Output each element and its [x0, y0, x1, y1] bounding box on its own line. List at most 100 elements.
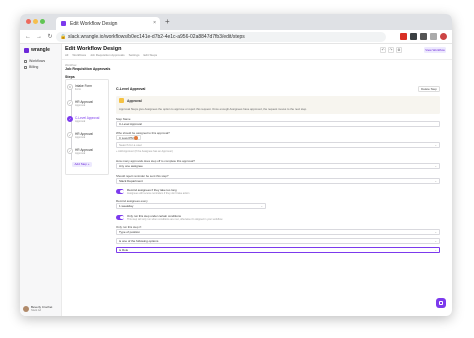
reload-icon[interactable]: ↻ [47, 33, 53, 40]
user-role: Slack Ad [31, 309, 42, 312]
step-item[interactable]: ✓ HR Approval Approval [67, 148, 93, 155]
view-workflow-button[interactable]: View Workflow [424, 47, 446, 53]
step-type: Form [75, 88, 82, 91]
redo-icon[interactable]: ↷ [388, 47, 394, 53]
check-icon: ✓ [67, 148, 73, 154]
assignee-chip[interactable]: C Level PM [116, 135, 142, 140]
puzzle-icon[interactable] [420, 33, 427, 40]
step-type: Approval [75, 152, 86, 155]
reminder-select[interactable]: Slack Department ⌄ [116, 178, 440, 184]
extension-icon[interactable] [400, 33, 407, 40]
approval-description: Approval Steps give Assignees the option… [119, 107, 307, 111]
browser-tab[interactable]: Edit Workflow Design × [56, 17, 160, 30]
remind-toggle[interactable] [116, 189, 124, 194]
breadcrumb-item[interactable]: All [65, 53, 68, 57]
billing-icon [24, 65, 27, 69]
wrangle-favicon-icon [61, 21, 66, 26]
assignee-avatar [134, 135, 139, 140]
approvals-value: Any one assignee [119, 164, 143, 168]
form-icon: ≡ [67, 84, 73, 90]
chat-support-button[interactable] [436, 298, 446, 308]
condition-operator-value: is one of the following options [119, 239, 159, 243]
extension-icon[interactable] [410, 33, 417, 40]
remind-toggle-desc: Assignees will receive reminders if they… [127, 192, 190, 195]
step-item[interactable]: ✓ HR Approval Approval [67, 100, 93, 107]
workflow-icon [24, 59, 27, 63]
tab-title: Edit Workflow Design [70, 20, 118, 27]
condition-operator-select[interactable]: is one of the following options ⌄ [116, 238, 440, 244]
app-logo[interactable]: wrangle [24, 47, 50, 53]
add-approver-hint[interactable]: + Add Approver (If the Assignee has an A… [116, 150, 173, 153]
condition-field-select[interactable]: Type of position ⌄ [116, 229, 440, 235]
sidebar-item-workflows[interactable]: Workflows [24, 59, 45, 63]
wrangle-logo-icon [24, 47, 29, 53]
sidebar-toggle-icon[interactable] [430, 33, 437, 40]
step-type: Approval [75, 120, 86, 123]
browser-window: Edit Workflow Design × + ← → ↻ 🔒 slack.w… [20, 14, 452, 316]
reminder-value: Slack Department [119, 179, 143, 183]
url-text: slack.wrangle.io/workflows/b0ec141e-d7b2… [68, 34, 245, 40]
close-window-button[interactable] [26, 19, 31, 24]
url-field[interactable]: 🔒 slack.wrangle.io/workflows/b0ec141e-d7… [56, 32, 386, 42]
condition-value: is Role [119, 248, 129, 252]
step-item-active[interactable]: ✓ C-Level Approval Approval [67, 116, 99, 123]
page-title: Edit Workflow Design [65, 46, 122, 52]
main-content: Edit Workflow Design All Workflows Job R… [62, 44, 452, 316]
chevron-down-icon: ⌄ [434, 179, 437, 183]
approvals-select[interactable]: Any one assignee ⌄ [116, 163, 440, 169]
step-item[interactable]: ✓ HR Approval Approval [67, 132, 93, 139]
assignee-search-input[interactable]: Search for a user ⌄ [116, 142, 440, 148]
step-item[interactable]: ≡ Intake Form Form [67, 84, 92, 91]
minimize-window-button[interactable] [33, 19, 38, 24]
header-divider [62, 59, 452, 60]
sidebar-item-billing[interactable]: Billing [24, 65, 38, 69]
sidebar-item-label: Billing [29, 65, 39, 69]
chat-icon [439, 301, 443, 305]
breadcrumb: All Workflows Job Requisition Approvals … [65, 53, 157, 57]
delete-step-button[interactable]: Delete Step [418, 86, 440, 92]
breadcrumb-item[interactable]: Workflows [72, 53, 86, 57]
profile-avatar-icon[interactable] [440, 33, 447, 40]
sidebar-item-label: Workflows [29, 59, 46, 63]
assignee-search-placeholder: Search for a user [119, 143, 143, 147]
user-profile[interactable]: Beverly Crochet Slack Ad [23, 305, 52, 312]
back-icon[interactable]: ← [25, 34, 31, 40]
step-name-input[interactable]: C-Level Approval [116, 121, 440, 127]
chevron-down-icon: ⌄ [434, 230, 437, 234]
add-step-button[interactable]: Add Step + [72, 162, 92, 167]
breadcrumb-item[interactable]: Settings [129, 53, 140, 57]
step-type: Approval [75, 136, 86, 139]
approval-info-card: Approval Approval Steps give Assignees t… [116, 96, 440, 114]
condition-toggle[interactable] [116, 215, 124, 220]
chevron-down-icon: ⌄ [434, 239, 437, 243]
lock-icon: 🔒 [60, 34, 67, 40]
check-icon: ✓ [67, 132, 73, 138]
toggle-knob [120, 189, 124, 193]
condition-value-select[interactable]: is Role ⌄ [116, 247, 440, 253]
logo-text: wrangle [31, 47, 50, 53]
condition-field-value: Type of position [119, 230, 141, 234]
step-title: C-Level Approval [116, 87, 146, 91]
remind-every-select[interactable]: 1 weekday ⌄ [116, 203, 266, 209]
assignee-name: C Level PM [119, 135, 134, 140]
chevron-down-icon: ⌄ [260, 204, 263, 208]
tab-bar: Edit Workflow Design × + [20, 14, 452, 30]
step-type: Approval [75, 104, 86, 107]
breadcrumb-item[interactable]: Job Requisition Approvals [90, 53, 125, 57]
chevron-down-icon: ⌄ [434, 143, 437, 147]
tab-close-icon[interactable]: × [153, 20, 156, 26]
new-tab-button[interactable]: + [165, 17, 170, 27]
address-bar-row: ← → ↻ 🔒 slack.wrangle.io/workflows/b0ec1… [20, 30, 452, 44]
settings-icon[interactable]: ⚙ [396, 47, 402, 53]
check-icon: ✓ [67, 116, 73, 122]
remind-every-value: 1 weekday [119, 204, 134, 208]
breadcrumb-item: Edit Steps [143, 53, 158, 57]
forward-icon[interactable]: → [36, 34, 42, 40]
workflow-name: Job Requisition Approvals [65, 67, 111, 71]
check-icon: ✓ [67, 100, 73, 106]
condition-toggle-desc: This step will only run when conditions … [127, 218, 223, 221]
chevron-down-icon: ⌄ [434, 164, 437, 168]
avatar [23, 305, 29, 312]
undo-icon[interactable]: ↶ [380, 47, 386, 53]
maximize-window-button[interactable] [40, 19, 45, 24]
